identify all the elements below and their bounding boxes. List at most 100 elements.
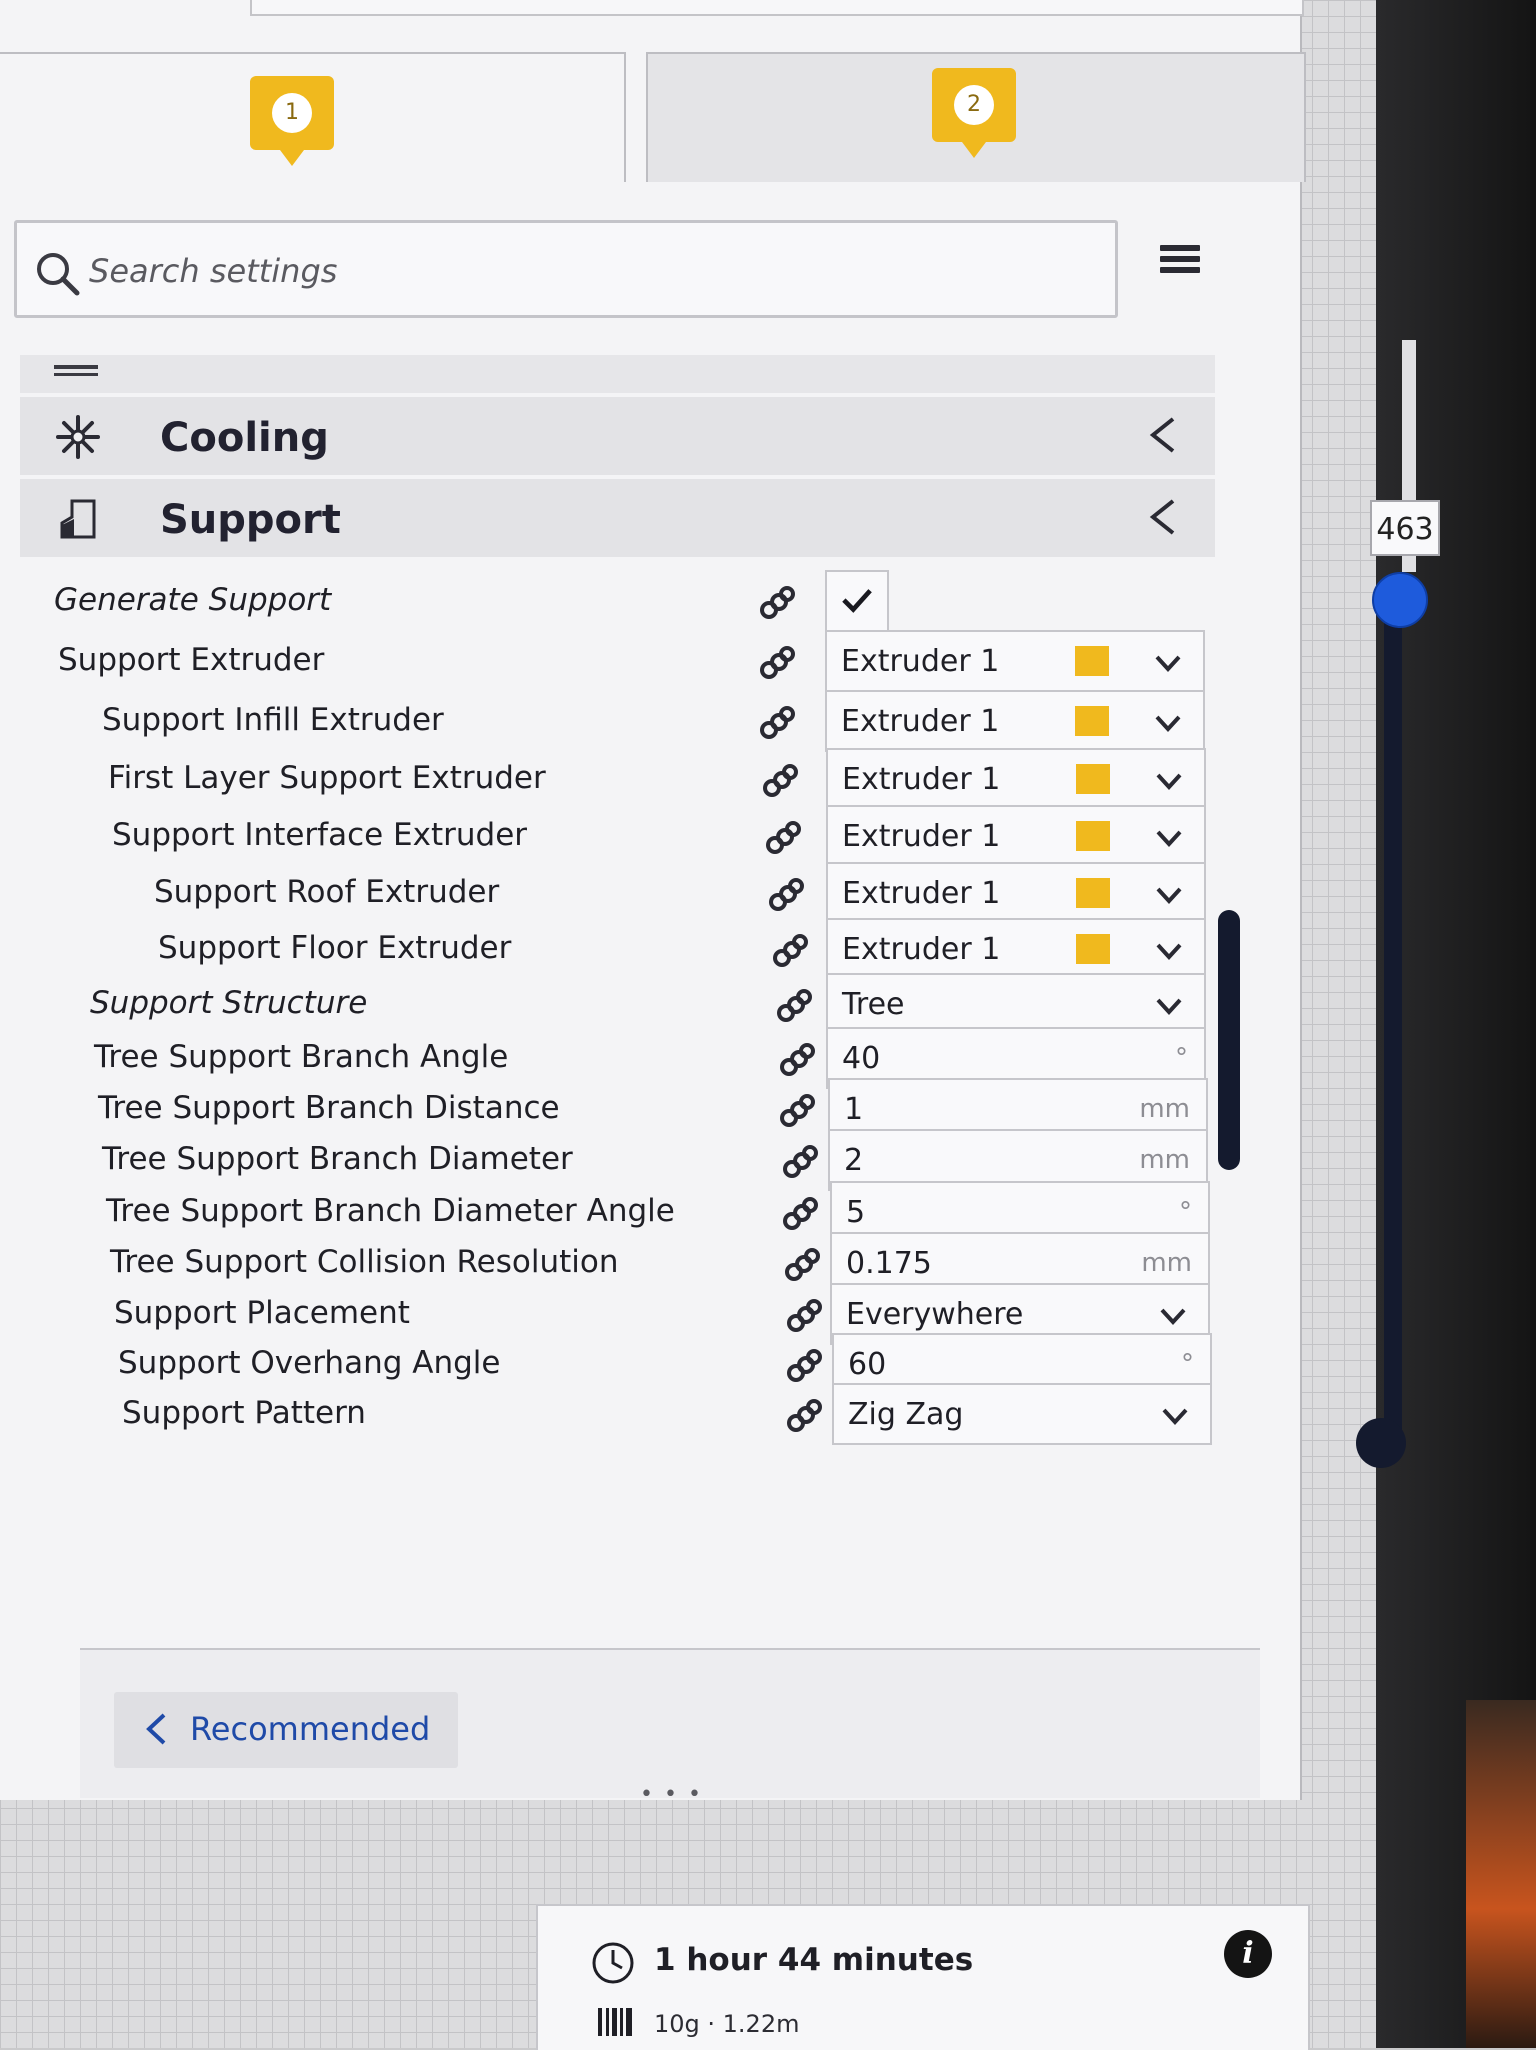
- setting-label: Tree Support Branch Diameter: [102, 1141, 573, 1177]
- settings-menu-button[interactable]: [1160, 245, 1200, 285]
- link-icon[interactable]: [775, 1039, 819, 1083]
- field-value: 5: [846, 1195, 866, 1230]
- hamburger-icon-line: [1160, 267, 1200, 273]
- link-icon[interactable]: [761, 817, 805, 861]
- setting-row[interactable]: Generate Support: [20, 570, 1220, 634]
- link-icon[interactable]: [772, 985, 816, 1029]
- clock-icon: [592, 1942, 634, 1984]
- dropdown-select[interactable]: Extruder 1: [825, 630, 1205, 692]
- setting-label: Support Overhang Angle: [118, 1345, 501, 1381]
- chevron-down-icon: [1156, 998, 1182, 1015]
- dropdown-select[interactable]: Zig Zag: [832, 1383, 1212, 1445]
- chevron-left-icon: [146, 1713, 166, 1745]
- setting-label: Tree Support Branch Distance: [98, 1090, 560, 1126]
- setting-row[interactable]: First Layer Support Extruder Extruder 1: [20, 748, 1220, 812]
- chevron-left-icon[interactable]: [1145, 415, 1181, 455]
- extruder-tab-2[interactable]: 2: [646, 52, 1306, 182]
- link-icon[interactable]: [782, 1395, 826, 1439]
- recommended-mode-button[interactable]: Recommended: [114, 1692, 458, 1768]
- layer-slider-upper-handle[interactable]: [1372, 572, 1428, 628]
- setting-label: Generate Support: [54, 582, 332, 618]
- unit-label: °: [1179, 1197, 1192, 1227]
- layer-slider-lower-handle[interactable]: [1356, 1418, 1406, 1468]
- field-value: Extruder 1: [842, 876, 1001, 911]
- dropdown-select[interactable]: Extruder 1: [826, 918, 1206, 980]
- dropdown-select[interactable]: Tree: [826, 973, 1206, 1035]
- unit-label: mm: [1139, 1145, 1190, 1175]
- print-info-panel: 1 hour 44 minutes i 10g · 1.22m: [536, 1904, 1310, 2050]
- link-icon[interactable]: [780, 1244, 824, 1288]
- field-value: Extruder 1: [842, 932, 1001, 967]
- chevron-down-icon: [1155, 715, 1181, 732]
- setting-row[interactable]: Support Infill Extruder Extruder 1: [20, 690, 1220, 754]
- category-label: Cooling: [160, 415, 329, 461]
- generate-support-checkbox[interactable]: [825, 570, 889, 632]
- category-row-travel-partial[interactable]: [20, 355, 1215, 393]
- field-value: Extruder 1: [841, 644, 1000, 679]
- setting-label: Support Infill Extruder: [102, 702, 444, 738]
- field-value: Everywhere: [846, 1297, 1024, 1332]
- field-value: Zig Zag: [848, 1397, 964, 1432]
- extruder-tab-1[interactable]: 1: [0, 52, 626, 182]
- chevron-down-icon: [1156, 773, 1182, 790]
- chevron-down-icon: [1156, 830, 1182, 847]
- setting-label: First Layer Support Extruder: [108, 760, 546, 796]
- settings-list[interactable]: Cooling Support Generate Support Support …: [20, 355, 1220, 1660]
- search-icon: [37, 253, 80, 296]
- setting-label: Support Interface Extruder: [112, 817, 528, 853]
- fan-icon: [56, 415, 100, 459]
- field-value: 2: [844, 1143, 864, 1178]
- extruder-color-icon: [1075, 706, 1109, 736]
- extruder-color-icon: [1076, 934, 1110, 964]
- dropdown-select[interactable]: Extruder 1: [826, 805, 1206, 867]
- setting-row[interactable]: Support Pattern Zig Zag: [20, 1383, 1220, 1447]
- setting-row[interactable]: Support Extruder Extruder 1: [20, 630, 1220, 694]
- chevron-left-icon[interactable]: [1145, 497, 1181, 537]
- chevron-down-icon: [1155, 655, 1181, 672]
- setting-row[interactable]: Support Interface Extruder Extruder 1: [20, 805, 1220, 869]
- link-icon[interactable]: [755, 702, 799, 746]
- dropdown-select[interactable]: Extruder 1: [825, 690, 1205, 752]
- extruder-color-icon: [1076, 821, 1110, 851]
- setting-row[interactable]: Support Roof Extruder Extruder 1: [20, 862, 1220, 926]
- print-settings-panel: 1 2 Search settings Cooling Support Gene…: [0, 0, 1306, 1807]
- background-object: [1466, 1700, 1536, 2048]
- link-icon[interactable]: [755, 582, 799, 626]
- extruder-color-icon: [1075, 646, 1109, 676]
- extruder-badge-number: 2: [954, 85, 994, 125]
- setting-label: Tree Support Branch Diameter Angle: [106, 1193, 675, 1229]
- layer-number: 463: [1376, 512, 1434, 547]
- link-icon[interactable]: [778, 1141, 822, 1185]
- category-row-cooling[interactable]: Cooling: [20, 397, 1215, 475]
- extruder-color-icon: [1076, 764, 1110, 794]
- filament-icon: [598, 2008, 632, 2036]
- material-usage: 10g · 1.22m: [654, 2010, 800, 2038]
- link-icon[interactable]: [758, 760, 802, 804]
- unit-label: °: [1175, 1043, 1188, 1073]
- layer-slider-track[interactable]: [1384, 590, 1402, 1450]
- search-settings-box[interactable]: [14, 220, 1118, 318]
- panel-header-edge: [250, 0, 1304, 16]
- link-icon[interactable]: [755, 642, 799, 686]
- panel-resize-handle[interactable]: • • •: [640, 1782, 703, 1807]
- category-row-support[interactable]: Support: [20, 479, 1215, 557]
- checkmark-icon: [842, 589, 872, 613]
- chevron-down-icon: [1156, 887, 1182, 904]
- hamburger-icon-line: [1160, 245, 1200, 251]
- field-value: Extruder 1: [842, 762, 1001, 797]
- field-value: 1: [844, 1092, 864, 1127]
- search-input[interactable]: [87, 243, 1071, 299]
- dropdown-select[interactable]: Extruder 1: [826, 862, 1206, 924]
- link-icon[interactable]: [764, 874, 808, 918]
- setting-label: Tree Support Branch Angle: [94, 1039, 509, 1075]
- link-icon[interactable]: [778, 1193, 822, 1237]
- info-icon[interactable]: i: [1224, 1930, 1272, 1978]
- layer-number-box[interactable]: 463: [1370, 500, 1440, 556]
- field-value: 0.175: [846, 1246, 932, 1281]
- dropdown-select[interactable]: Extruder 1: [826, 748, 1206, 810]
- link-icon[interactable]: [775, 1090, 819, 1134]
- link-icon[interactable]: [768, 930, 812, 974]
- setting-label: Support Placement: [114, 1295, 410, 1331]
- unit-label: mm: [1141, 1248, 1192, 1278]
- settings-scrollbar[interactable]: [1218, 910, 1240, 1170]
